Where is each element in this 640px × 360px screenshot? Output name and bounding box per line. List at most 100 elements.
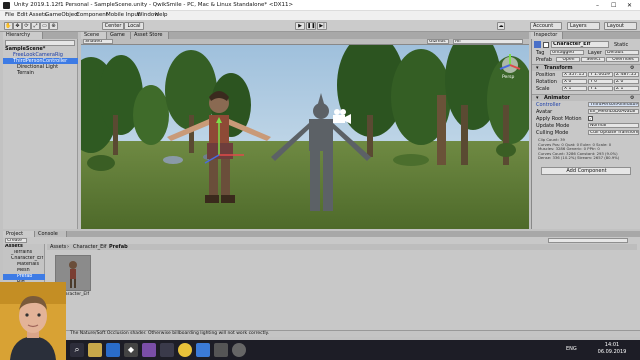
tag-label: Tag [536,50,545,56]
maximize-icon[interactable]: ☐ [611,2,616,9]
pivot-center-toggle[interactable]: Center [102,22,124,30]
tag-dropdown[interactable]: Untagged [550,50,584,55]
status-bar: The Nature/Soft Occlusion shader. Otherw… [0,330,640,337]
shading-mode-dropdown[interactable]: Shaded [83,39,113,44]
scene-tabbar: Scene Game Asset Store [81,32,529,39]
project-search-input[interactable] [548,238,628,243]
visual-studio-icon[interactable] [196,343,210,357]
apply-root-motion-checkbox[interactable]: ✓ [588,116,593,121]
rotation-x-field[interactable]: X 0 [562,79,587,84]
tab-asset-store[interactable]: Asset Store [131,32,169,39]
layers-dropdown[interactable]: Layers [567,22,600,30]
position-z-field[interactable]: Z 487.55 [614,72,639,77]
rect-tool-icon[interactable]: ▭ [40,22,49,30]
culling-mode-dropdown[interactable]: Cull Update Transforms [588,130,639,135]
animator-clip-info: Clip Count: 39 Curves Pos: 0 Quat: 0 Eul… [538,137,640,161]
unity-hub-icon[interactable] [106,343,120,357]
prefab-overrides-dropdown[interactable]: Overrides [606,57,639,62]
scale-x-field[interactable]: X 1 [562,86,587,91]
clip-info-line: Dense: 336 (10.2%) Stream: 2657 (80.9%) [538,155,620,161]
transform-tool-icon[interactable]: ⊕ [49,22,58,30]
menu-gameobject[interactable]: GameObject [45,12,79,18]
tab-scene[interactable]: Scene [81,32,107,39]
breadcrumb-character-elf[interactable]: Character_Elf [73,244,107,250]
menu-component[interactable]: Component [76,12,108,18]
status-message[interactable]: The Nature/Soft Occlusion shader. Otherw… [70,331,269,336]
hierarchy-tabbar: Hierarchy [3,32,78,39]
scale-z-field[interactable]: Z 1 [614,86,639,91]
account-dropdown[interactable]: Account [530,22,562,30]
menu-file[interactable]: File [5,12,14,18]
animator-header[interactable]: ▾ Animator ⚙ [532,94,640,101]
folder-app-icon[interactable] [88,343,102,357]
minimize-icon[interactable]: – [596,2,599,9]
menu-edit[interactable]: Edit [17,12,28,18]
inspector-panel: Character_Elf Static Tag Untagged Layer … [531,39,640,229]
viber-app-icon[interactable] [142,343,156,357]
language-indicator[interactable]: ENG [566,346,577,352]
scale-tool-icon[interactable]: ⤢ [31,22,40,30]
rotation-y-field[interactable]: Y 0 [588,79,613,84]
prefab-select-button[interactable]: Select [581,57,605,62]
terminal-app-icon[interactable] [214,343,228,357]
search-icon[interactable]: ⌕ [70,343,84,357]
avatar-label: Avatar [536,109,553,115]
clock-date[interactable]: 06.09.2019 [596,349,628,355]
gizmos-dropdown[interactable]: Gizmos [427,39,449,44]
play-button[interactable]: ▶ [295,22,305,30]
hand-tool-icon[interactable]: ✋ [4,22,13,30]
presenter-webcam-image [0,282,66,360]
persp-label[interactable]: Persp [502,75,514,80]
media-app-icon[interactable] [160,343,174,357]
window-title: Unity 2019.1.12f1 Personal - SampleScene… [14,2,294,8]
position-y-field[interactable]: Y 1.0029 [588,72,613,77]
hierarchy-item-terrain[interactable]: Terrain [3,70,78,76]
scene-viewport[interactable]: Persp [81,45,529,229]
gameobject-cube-icon [534,41,541,48]
pivot-space-toggle[interactable]: Local [124,22,144,30]
menu-help[interactable]: Help [155,12,168,18]
breadcrumb-prefab[interactable]: Prefab [109,244,128,250]
layer-dropdown[interactable]: Default [605,50,639,55]
tab-inspector[interactable]: Inspector [531,32,563,39]
menu-mobile-input[interactable]: Mobile Input [106,12,140,18]
tab-game[interactable]: Game [107,32,131,39]
layout-dropdown[interactable]: Layout [604,22,637,30]
create-dropdown[interactable]: Create [5,238,27,243]
position-x-field[interactable]: X 357.15 [562,72,587,77]
tab-hierarchy[interactable]: Hierarchy [3,32,43,39]
add-component-button[interactable]: Add Component [541,167,631,175]
transform-expand-icon: ▾ [536,65,539,71]
rotate-tool-icon[interactable]: ⟳ [22,22,31,30]
animator-title: Animator [544,95,571,101]
pause-button[interactable]: ❚❚ [306,22,316,30]
collab-cloud-icon[interactable]: ☁ [497,22,505,30]
rotation-label: Rotation [536,79,557,85]
obs-app-icon[interactable] [232,343,246,357]
scene-search-input[interactable]: All [453,39,523,44]
update-mode-dropdown[interactable]: Normal [588,123,639,128]
step-button[interactable]: ▶| [317,22,327,30]
breadcrumb-assets[interactable]: Assets [50,244,66,250]
unity-app-icon[interactable]: ◆ [124,343,138,357]
active-checkbox[interactable] [543,42,549,48]
layer-label: Layer [588,50,602,56]
prefab-open-button[interactable]: Open [556,57,580,62]
avatar-field[interactable]: Elf_MeshLoD0Avatar [588,109,639,114]
controller-field[interactable]: ThirdPersonAnimatorController [588,102,639,107]
chrome-app-icon[interactable] [178,343,192,357]
project-panel: Create Assets › Character_Elf › Prefab C… [3,237,640,330]
object-name-input[interactable]: Character_Elf [551,41,609,48]
apply-root-motion-label: Apply Root Motion [536,116,582,122]
position-label: Position [536,72,556,78]
move-tool-icon[interactable]: ✥ [13,22,22,30]
static-toggle[interactable]: Static [614,42,639,48]
rotation-z-field[interactable]: Z 0 [614,79,639,84]
transform-header[interactable]: ▾ Transform ⚙ [532,64,640,71]
transform-settings-icon[interactable]: ⚙ [630,65,634,71]
close-icon[interactable]: ✕ [627,2,632,9]
clock-time[interactable]: 14:01 [596,342,628,348]
transform-title: Transform [544,65,573,71]
scale-y-field[interactable]: Y 1 [588,86,613,91]
animator-settings-icon[interactable]: ⚙ [630,95,634,101]
